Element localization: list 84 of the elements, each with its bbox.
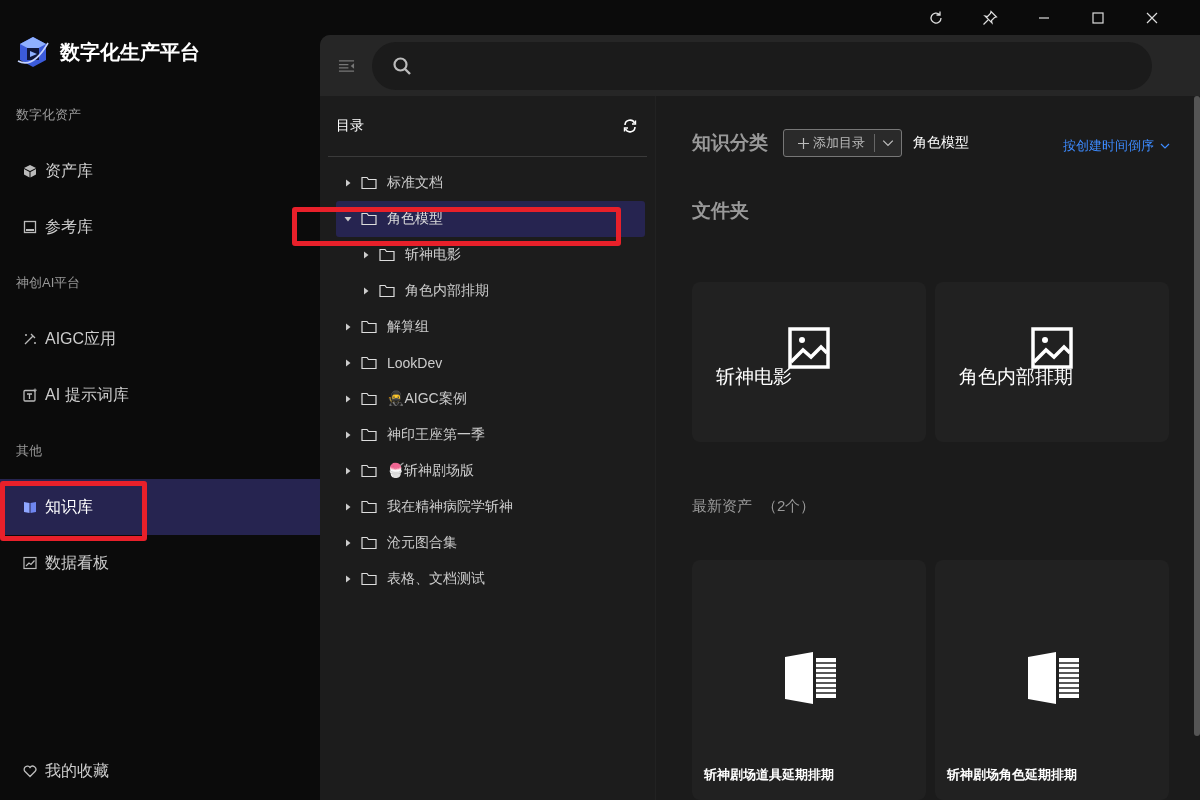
asset-name: 斩神剧场道具延期排期 — [704, 766, 834, 784]
nav-item[interactable]: AI 提示词库 — [0, 367, 320, 423]
tree-item[interactable]: 表格、文档测试 — [336, 561, 645, 597]
text-icon — [23, 388, 37, 402]
image-icon — [1031, 327, 1073, 369]
caret-right-icon — [344, 467, 352, 475]
tree-item[interactable]: LookDev — [336, 345, 645, 381]
section-label: 其他 — [15, 442, 43, 460]
folder-name: 角色内部排期 — [959, 365, 1073, 389]
asset-name: 斩神剧场角色延期排期 — [947, 766, 1077, 784]
nav-item[interactable]: AIGC应用 — [0, 311, 320, 367]
caret-right-icon — [344, 395, 352, 403]
nav-item[interactable]: 参考库 — [0, 199, 320, 255]
folder-name: 斩神电影 — [716, 365, 792, 389]
section-label: 数字化资产 — [15, 106, 82, 124]
document-icon — [1028, 652, 1080, 704]
folder-icon — [361, 428, 377, 442]
chevron-down-icon — [882, 139, 894, 147]
heart-icon — [23, 764, 37, 778]
scrollbar[interactable] — [1194, 96, 1200, 736]
section-heading: 知识分类 — [692, 131, 768, 155]
section-heading: 文件夹 — [692, 199, 750, 223]
tree-item[interactable]: 斩神电影 — [336, 237, 645, 273]
caret-right-icon — [362, 287, 370, 295]
plus-icon — [798, 137, 809, 149]
book-icon — [23, 220, 37, 234]
favorites-item[interactable]: 我的收藏 — [0, 743, 320, 799]
folder-icon — [361, 356, 377, 370]
folder-icon — [379, 248, 395, 262]
collapse-menu-icon[interactable] — [338, 58, 355, 73]
caret-right-icon — [344, 575, 352, 583]
caret-right-icon — [344, 431, 352, 439]
tree-item[interactable]: 神印王座第一季 — [336, 417, 645, 453]
logo-icon — [16, 35, 50, 69]
folder-icon — [361, 212, 377, 226]
asset-card[interactable]: 斩神剧场角色延期排期 — [935, 560, 1169, 800]
folder-card[interactable]: 角色内部排期 — [935, 282, 1169, 442]
chart-icon — [23, 556, 37, 570]
section-heading: 最新资产 — [692, 497, 752, 516]
tree-item[interactable]: 标准文档 — [336, 165, 645, 201]
tree-item[interactable]: 角色内部排期 — [336, 273, 645, 309]
maximize-icon[interactable] — [1090, 9, 1106, 26]
search-field[interactable] — [372, 41, 1152, 90]
caret-right-icon — [344, 539, 352, 547]
folder-icon — [361, 320, 377, 334]
refresh-icon[interactable] — [928, 9, 944, 26]
tree-title: 目录 — [336, 117, 364, 135]
caret-right-icon — [344, 503, 352, 511]
book-icon — [23, 500, 37, 514]
folder-icon — [361, 536, 377, 550]
caret-right-icon — [344, 179, 352, 187]
caret-right-icon — [344, 359, 352, 367]
nav-item[interactable]: 数据看板 — [0, 535, 320, 591]
folder-icon — [361, 392, 377, 406]
folder-icon — [379, 284, 395, 298]
tree-item[interactable]: 🥷AIGC案例 — [336, 381, 645, 417]
document-icon — [785, 652, 837, 704]
current-category: 角色模型 — [913, 134, 969, 152]
nav-item[interactable]: 资产库 — [0, 143, 320, 199]
app-title: 数字化生产平台 — [60, 39, 200, 65]
folder-card[interactable]: 斩神电影 — [692, 282, 926, 442]
cube-icon — [23, 164, 37, 178]
chevron-down-icon — [1160, 143, 1170, 149]
search-icon — [392, 55, 412, 76]
caret-down-icon — [344, 215, 352, 223]
pin-icon[interactable] — [982, 9, 998, 26]
refresh-icon[interactable] — [623, 119, 637, 133]
sort-dropdown[interactable]: 按创建时间倒序 — [1063, 137, 1170, 155]
folder-icon — [361, 464, 377, 478]
caret-right-icon — [362, 251, 370, 259]
folder-icon — [361, 572, 377, 586]
nav-item[interactable]: 知识库 — [0, 479, 320, 535]
caret-right-icon — [344, 323, 352, 331]
tree-item[interactable]: 解算组 — [336, 309, 645, 345]
image-icon — [788, 327, 830, 369]
section-label: 神创AI平台 — [15, 274, 82, 292]
tree-item[interactable]: 🍧斩神剧场版 — [336, 453, 645, 489]
folder-icon — [361, 176, 377, 190]
magic-wand-icon — [23, 332, 37, 346]
folder-icon — [361, 500, 377, 514]
asset-card[interactable]: 斩神剧场道具延期排期 — [692, 560, 926, 800]
asset-count: （2个） — [762, 497, 816, 516]
tree-item[interactable]: 沧元图合集 — [336, 525, 645, 561]
tree-item[interactable]: 我在精神病院学斩神 — [336, 489, 645, 525]
